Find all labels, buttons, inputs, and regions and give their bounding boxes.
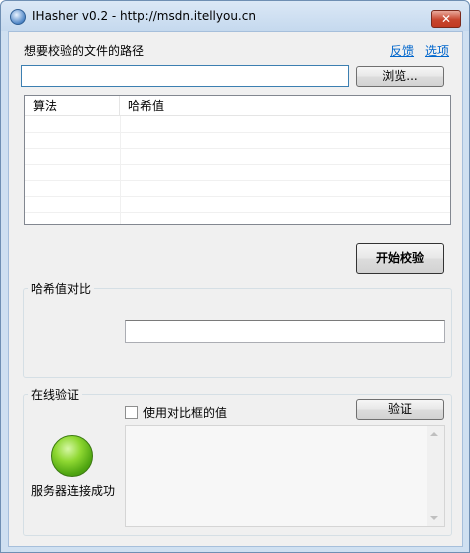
- browse-button[interactable]: 浏览...: [356, 66, 444, 87]
- app-window: IHasher v0.2 - http://msdn.itellyou.cn ✕…: [0, 0, 470, 553]
- start-verify-button[interactable]: 开始校验: [356, 243, 444, 274]
- title-bar[interactable]: IHasher v0.2 - http://msdn.itellyou.cn ✕: [1, 1, 469, 31]
- verify-result-scrollbar[interactable]: [427, 426, 444, 526]
- table-row: [25, 165, 450, 181]
- file-path-field[interactable]: [21, 65, 349, 87]
- column-header-algorithm[interactable]: 算法: [25, 96, 120, 116]
- connection-status-text: 服务器连接成功: [31, 484, 116, 498]
- list-header: 算法 哈希值: [25, 96, 450, 116]
- online-verify-group-title: 在线验证: [28, 386, 83, 403]
- hash-results-list[interactable]: 算法 哈希值: [24, 95, 451, 225]
- window-title: IHasher v0.2 - http://msdn.itellyou.cn: [32, 9, 256, 23]
- compare-group-title: 哈希值对比: [28, 280, 95, 297]
- compare-hash-field[interactable]: [125, 320, 445, 343]
- scroll-down-icon[interactable]: [430, 516, 438, 520]
- file-path-input[interactable]: [22, 66, 348, 86]
- table-row: [25, 197, 450, 213]
- table-row: [25, 181, 450, 197]
- compare-hash-input[interactable]: [126, 321, 444, 342]
- options-link[interactable]: 选项: [425, 42, 449, 59]
- table-row: [25, 117, 450, 133]
- use-compare-checkbox[interactable]: [125, 406, 138, 419]
- verify-result-box[interactable]: [125, 425, 445, 527]
- app-globe-icon: [10, 9, 26, 25]
- feedback-link[interactable]: 反馈: [390, 42, 414, 59]
- table-row: [25, 149, 450, 165]
- scroll-up-icon[interactable]: [430, 432, 438, 436]
- connection-status-led-icon: [51, 435, 93, 477]
- use-compare-label[interactable]: 使用对比框的值: [143, 404, 227, 421]
- column-header-hash[interactable]: 哈希值: [120, 96, 450, 116]
- table-row: [25, 133, 450, 149]
- file-path-label: 想要校验的文件的路径: [24, 44, 145, 58]
- close-button[interactable]: ✕: [431, 10, 461, 28]
- client-area: 想要校验的文件的路径 反馈 选项 浏览... 算法 哈希值 开始校验 哈希值对比: [8, 31, 463, 547]
- verify-button[interactable]: 验证: [356, 399, 444, 420]
